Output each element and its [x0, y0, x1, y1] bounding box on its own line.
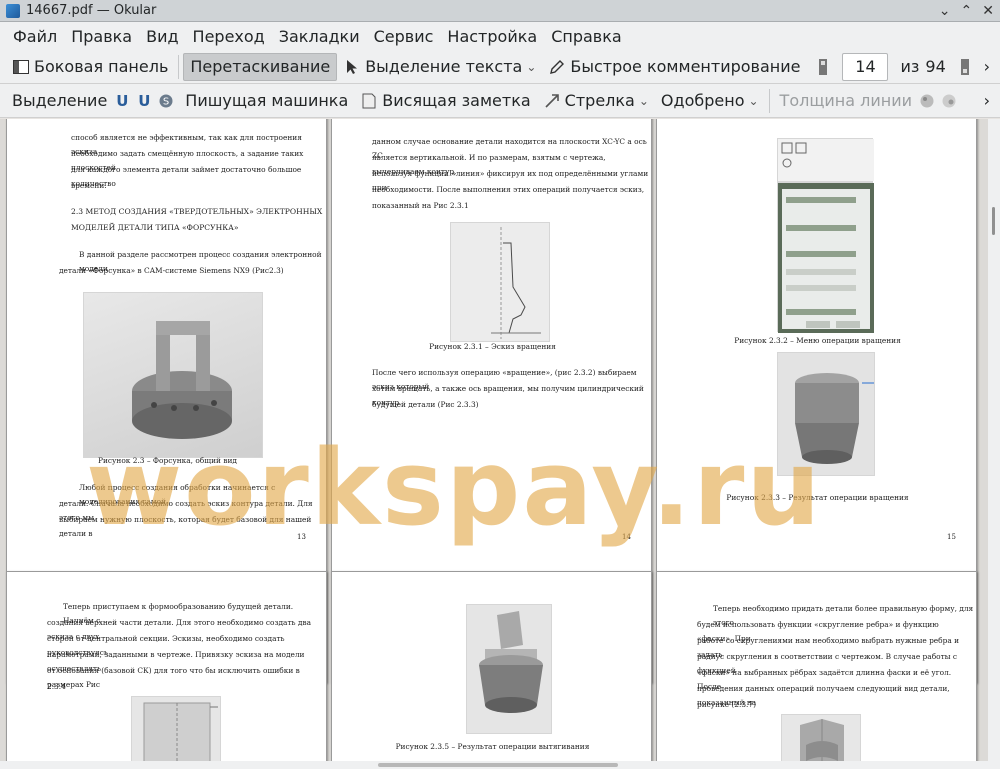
chevron-down-icon[interactable]: ⌄ — [526, 60, 536, 74]
figure-revolve-sketch — [450, 222, 550, 342]
figure-caption: Рисунок 2.3 – Форсунка, общий вид — [98, 456, 237, 465]
menu-bar: Файл Правка Вид Переход Закладки Сервис … — [0, 22, 1000, 50]
menu-edit[interactable]: Правка — [64, 27, 139, 46]
page-text: 2.3.4 — [47, 682, 66, 691]
figure-caption: Рисунок 2.3.3 – Результат операции враще… — [726, 493, 909, 502]
chevron-down-icon[interactable]: ⌄ — [639, 94, 649, 108]
page-number-input[interactable]: 14 — [842, 52, 889, 81]
scroll-thumb[interactable] — [992, 207, 995, 235]
svg-text:S: S — [163, 96, 169, 107]
underline-icon[interactable]: U — [113, 92, 131, 110]
arrow-label: Стрелка — [564, 91, 635, 110]
toolbar-overflow-icon[interactable]: › — [980, 57, 994, 76]
figure-injector-model — [83, 292, 263, 458]
title-bar: 14667.pdf — Okular ⌄ ⌃ ✕ — [0, 0, 1000, 22]
quick-annotation-button[interactable]: Быстрое комментирование — [542, 53, 806, 81]
figure-caption: Рисунок 2.3.5 – Результат операции вытяг… — [395, 742, 590, 751]
page-number: 15 — [947, 533, 956, 541]
figure-sketch-top — [131, 696, 221, 761]
horizontal-scrollbar[interactable] — [0, 761, 1000, 769]
cursor-arrow-icon — [343, 58, 361, 76]
page-down-icon[interactable] — [956, 58, 974, 76]
page-text: от основания (базовой СК) для того что б… — [47, 666, 300, 689]
page-text: для каждого элемента детали займет доста… — [71, 165, 302, 188]
page-of-label: из — [900, 57, 920, 76]
text-select-button[interactable]: Выделение текста ⌄ — [337, 53, 542, 81]
page-text: необходимости. После выполнения этих опе… — [372, 185, 645, 194]
page-number: 13 — [297, 533, 306, 541]
page-up-icon[interactable] — [814, 58, 832, 76]
quick-annotation-label: Быстрое комментирование — [570, 57, 801, 76]
typewriter-label: Пишущая машинка — [185, 91, 349, 110]
highlight-button[interactable]: Выделение — [6, 87, 113, 115]
page-16: Теперь приступаем к формообразованию буд… — [6, 571, 327, 761]
figure-fillet-result — [781, 714, 861, 761]
minimize-button[interactable]: ⌄ — [939, 3, 951, 19]
annotation-toolbar: Выделение U U S Пишущая машинка Висящая … — [0, 84, 1000, 118]
page-total-label: 94 — [925, 57, 946, 76]
page-number: 14 — [622, 533, 631, 541]
stamp-button[interactable]: Одобрено ⌄ — [655, 87, 765, 115]
sidebar-icon — [12, 58, 30, 76]
squiggle-icon[interactable]: U — [135, 92, 153, 110]
menu-view[interactable]: Вид — [139, 27, 185, 46]
menu-go[interactable]: Переход — [186, 27, 272, 46]
menu-help[interactable]: Справка — [544, 27, 629, 46]
maximize-button[interactable]: ⌃ — [961, 3, 973, 19]
color-icon[interactable] — [918, 92, 936, 110]
menu-settings[interactable]: Настройка — [440, 27, 544, 46]
chevron-down-icon[interactable]: ⌄ — [748, 94, 758, 108]
figure-revolve-result — [777, 352, 875, 476]
menu-tools[interactable]: Сервис — [367, 27, 441, 46]
page-text: выбираем нужную плоскость, которая будет… — [59, 515, 312, 538]
window-title: 14667.pdf — Okular — [26, 3, 157, 18]
drag-mode-label: Перетаскивание — [190, 57, 331, 76]
drag-mode-button[interactable]: Перетаскивание — [183, 52, 338, 81]
text-select-label: Выделение текста — [365, 57, 523, 76]
pen-icon — [548, 58, 566, 76]
figure-extrude-result — [466, 604, 552, 734]
page-17: Рисунок 2.3.5 – Результат операции вытяг… — [331, 571, 652, 761]
page-text: показанный на Рис 2.3.1 — [372, 201, 469, 210]
figure-caption: Рисунок 2.3.1 – Эскиз вращения — [429, 342, 556, 351]
toolbar-separator — [768, 88, 770, 113]
vertical-scrollbar[interactable] — [988, 119, 1000, 761]
strikeout-icon[interactable]: S — [157, 92, 175, 110]
note-icon — [360, 92, 378, 110]
figure-revolve-menu — [777, 138, 874, 333]
page-text: будущей детали (Рис 2.3.3) — [372, 400, 479, 409]
section-heading: 2.3 МЕТОД СОЗДАНИЯ «ТВЕРДОТЕЛЬНЫХ» ЭЛЕКТ… — [71, 207, 323, 216]
line-width-button[interactable]: Толщина линии — [774, 87, 919, 115]
stamp-label: Одобрено — [660, 91, 745, 110]
page-18: Теперь необходимо придать детали более п… — [656, 571, 977, 761]
page-text: рисунке (2.3.7) — [697, 700, 756, 709]
scroll-thumb[interactable] — [378, 763, 618, 767]
pop-up-note-button[interactable]: Висящая заметка — [354, 87, 536, 115]
page-text: времени. — [71, 181, 107, 190]
sidebar-label: Боковая панель — [34, 57, 169, 76]
opacity-icon[interactable] — [940, 92, 958, 110]
section-heading: МОДЕЛЕЙ ДЕТАЛИ ТИПА «ФОРСУНКА» — [71, 223, 239, 232]
highlight-label: Выделение — [12, 91, 108, 110]
toolbar-separator — [178, 54, 180, 79]
okular-app-icon — [6, 3, 20, 18]
line-width-label: Толщина линии — [779, 91, 913, 110]
arrow-tool-icon — [543, 92, 561, 110]
figure-caption: Рисунок 2.3.2 – Меню операции вращения — [734, 336, 901, 345]
document-viewport[interactable]: способ является не эффективным, так как … — [0, 119, 988, 761]
sidebar-button[interactable]: Боковая панель — [6, 53, 174, 81]
page-text: детали «Форсунка» в CAM-системе Siemens … — [59, 266, 284, 275]
typewriter-button[interactable]: Пишущая машинка — [179, 87, 354, 115]
menu-file[interactable]: Файл — [6, 27, 64, 46]
main-toolbar: Боковая панель Перетаскивание Выделение … — [0, 50, 1000, 84]
pop-up-note-label: Висящая заметка — [382, 91, 531, 110]
close-button[interactable]: ✕ — [982, 3, 994, 19]
toolbar-overflow-icon[interactable]: › — [980, 91, 994, 110]
menu-bookmarks[interactable]: Закладки — [272, 27, 367, 46]
arrow-button[interactable]: Стрелка ⌄ — [537, 87, 655, 115]
